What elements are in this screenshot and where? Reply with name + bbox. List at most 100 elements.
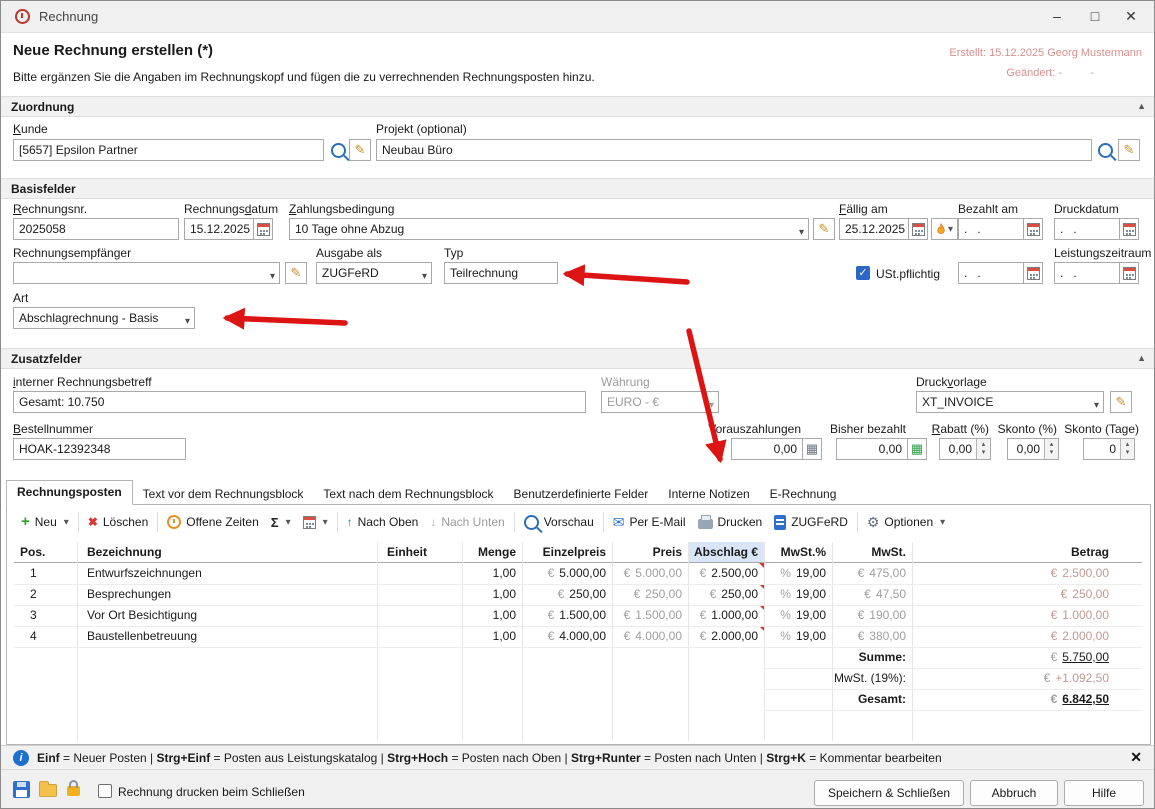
- open-folder-icon[interactable]: [39, 784, 57, 797]
- cell-mwst_pct[interactable]: %19,00: [764, 584, 832, 605]
- cell-betrag[interactable]: €250,00: [912, 584, 1142, 605]
- zahlungsbedingung-select[interactable]: 10 Tage ohne Abzug ▾: [289, 218, 809, 240]
- typ-input[interactable]: Teilrechnung: [444, 262, 558, 284]
- collapse-icon[interactable]: ▲: [1137, 101, 1146, 111]
- tab-rechnungsposten[interactable]: Rechnungsposten: [6, 480, 133, 505]
- bisher-input[interactable]: 0,00: [836, 438, 908, 460]
- rabatt-spinner[interactable]: ▴▾: [976, 439, 990, 459]
- cell-mwst_pct[interactable]: %19,00: [764, 563, 832, 584]
- help-button[interactable]: Hilfe: [1064, 780, 1144, 806]
- zahlungsbedingung-edit-button[interactable]: ✎: [813, 218, 835, 240]
- cell-menge[interactable]: 1,00: [462, 584, 522, 605]
- leistungszeitraum-bis-input[interactable]: . .: [1054, 262, 1120, 284]
- column-header-mwst_pct[interactable]: MwSt.%: [764, 542, 832, 563]
- column-header-abschlag[interactable]: Abschlag €: [688, 542, 764, 563]
- cell-abschlag[interactable]: €1.000,00: [688, 605, 764, 626]
- tab-text-vor[interactable]: Text vor dem Rechnungsblock: [133, 483, 314, 505]
- cell-abschlag[interactable]: €2.500,00: [688, 563, 764, 584]
- column-header-preis[interactable]: Preis: [612, 542, 688, 563]
- maximize-button[interactable]: □: [1080, 8, 1110, 24]
- cell-mwst[interactable]: €190,00: [832, 605, 912, 626]
- bezahlt-calendar-button[interactable]: [1023, 218, 1043, 240]
- skonto-tage-input[interactable]: 0 ▴▾: [1083, 438, 1135, 460]
- lz-von-calendar-button[interactable]: [1023, 262, 1043, 284]
- cell-mwst[interactable]: €380,00: [832, 626, 912, 647]
- cell-mwst[interactable]: €475,00: [832, 563, 912, 584]
- tab-text-nach[interactable]: Text nach dem Rechnungsblock: [313, 483, 503, 505]
- cell-pos[interactable]: 3: [14, 605, 77, 626]
- ausgabe-select[interactable]: ZUGFeRD ▾: [316, 262, 432, 284]
- invoice-row[interactable]: 4Baustellenbetreuung1,00€4.000,00€4.000,…: [14, 626, 1142, 647]
- cell-betrag[interactable]: €1.000,00: [912, 605, 1142, 626]
- cell-menge[interactable]: 1,00: [462, 626, 522, 647]
- save-close-button[interactable]: Speichern & Schließen: [814, 780, 964, 806]
- cell-einheit[interactable]: [377, 605, 462, 626]
- cell-pos[interactable]: 4: [14, 626, 77, 647]
- cell-preis[interactable]: €5.000,00: [612, 563, 688, 584]
- column-header-betrag[interactable]: Betrag: [912, 542, 1142, 563]
- bisher-table-button[interactable]: ▦: [907, 438, 927, 460]
- voraus-input[interactable]: 0,00: [731, 438, 803, 460]
- skonto-tage-spinner[interactable]: ▴▾: [1120, 439, 1134, 459]
- close-button[interactable]: ✕: [1116, 8, 1146, 25]
- rechnungsnr-input[interactable]: 2025058: [13, 218, 179, 240]
- cell-mwst[interactable]: €47,50: [832, 584, 912, 605]
- column-header-einzelpreis[interactable]: Einzelpreis: [522, 542, 612, 563]
- tab-interne-notizen[interactable]: Interne Notizen: [658, 483, 759, 505]
- bezahlt-input[interactable]: . .: [958, 218, 1024, 240]
- cell-pos[interactable]: 1: [14, 563, 77, 584]
- tab-e-rechnung[interactable]: E-Rechnung: [760, 483, 847, 505]
- cell-einzelpreis[interactable]: €4.000,00: [522, 626, 612, 647]
- kunde-input[interactable]: [5657] Epsilon Partner: [13, 139, 324, 161]
- cell-pos[interactable]: 2: [14, 584, 77, 605]
- cancel-button[interactable]: Abbruch: [970, 780, 1058, 806]
- cell-preis[interactable]: €250,00: [612, 584, 688, 605]
- cell-einzelpreis[interactable]: €1.500,00: [522, 605, 612, 626]
- empfaenger-edit-button[interactable]: ✎: [285, 262, 307, 284]
- cell-einzelpreis[interactable]: €5.000,00: [522, 563, 612, 584]
- betreff-input[interactable]: Gesamt: 10.750: [13, 391, 586, 413]
- invoice-row[interactable]: 3Vor Ort Besichtigung1,00€1.500,00€1.500…: [14, 605, 1142, 626]
- druckvorlage-edit-button[interactable]: ✎: [1110, 391, 1132, 413]
- reminder-flame-button[interactable]: ▾: [931, 218, 958, 240]
- cell-mwst_pct[interactable]: %19,00: [764, 626, 832, 647]
- column-header-pos[interactable]: Pos.: [14, 542, 77, 563]
- hint-close-icon[interactable]: ✕: [1130, 749, 1142, 766]
- bestellnummer-input[interactable]: HOAK-12392348: [13, 438, 186, 460]
- projekt-input[interactable]: Neubau Büro: [376, 139, 1092, 161]
- print-on-close-checkbox[interactable]: [98, 784, 112, 798]
- projekt-edit-button[interactable]: ✎: [1118, 139, 1140, 161]
- art-select[interactable]: Abschlagrechnung - Basis ▾: [13, 307, 195, 329]
- column-header-menge[interactable]: Menge: [462, 542, 522, 563]
- cell-bezeichnung[interactable]: Besprechungen: [77, 584, 377, 605]
- collapse-icon[interactable]: ▲: [1137, 353, 1146, 363]
- column-header-bezeichnung[interactable]: Bezeichnung: [77, 542, 377, 563]
- druckvorlage-select[interactable]: XT_INVOICE ▾: [916, 391, 1104, 413]
- cell-einheit[interactable]: [377, 626, 462, 647]
- cell-preis[interactable]: €1.500,00: [612, 605, 688, 626]
- cell-bezeichnung[interactable]: Entwurfszeichnungen: [77, 563, 377, 584]
- cell-menge[interactable]: 1,00: [462, 605, 522, 626]
- ust-checkbox[interactable]: ✓: [856, 266, 870, 280]
- column-header-mwst[interactable]: MwSt.: [832, 542, 912, 563]
- lock-icon[interactable]: [67, 786, 80, 796]
- column-header-einheit[interactable]: Einheit: [377, 542, 462, 563]
- minimize-button[interactable]: –: [1042, 8, 1072, 24]
- rabatt-input[interactable]: 0,00 ▴▾: [939, 438, 991, 460]
- kunde-search-icon[interactable]: [331, 143, 346, 158]
- cell-bezeichnung[interactable]: Baustellenbetreuung: [77, 626, 377, 647]
- save-icon[interactable]: [13, 781, 30, 798]
- cell-abschlag[interactable]: €2.000,00: [688, 626, 764, 647]
- cell-abschlag[interactable]: €250,00: [688, 584, 764, 605]
- voraus-calculator-button[interactable]: ▦: [802, 438, 822, 460]
- faellig-calendar-button[interactable]: [908, 218, 928, 240]
- druckdatum-input[interactable]: . .: [1054, 218, 1120, 240]
- cell-einzelpreis[interactable]: €250,00: [522, 584, 612, 605]
- invoice-row[interactable]: 1Entwurfszeichnungen1,00€5.000,00€5.000,…: [14, 563, 1142, 584]
- cell-preis[interactable]: €4.000,00: [612, 626, 688, 647]
- skonto-spinner[interactable]: ▴▾: [1044, 439, 1058, 459]
- projekt-search-icon[interactable]: [1098, 143, 1113, 158]
- skonto-input[interactable]: 0,00 ▴▾: [1007, 438, 1059, 460]
- rechnungsdatum-calendar-button[interactable]: [253, 218, 273, 240]
- cell-betrag[interactable]: €2.500,00: [912, 563, 1142, 584]
